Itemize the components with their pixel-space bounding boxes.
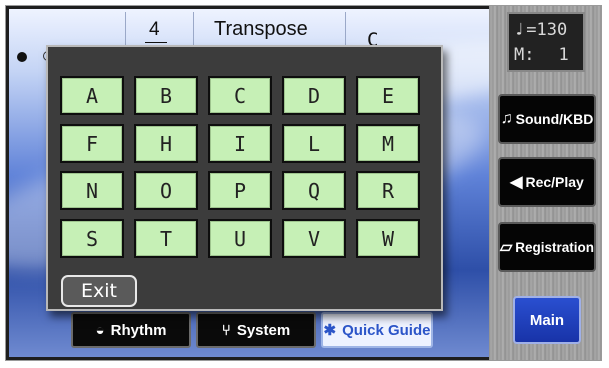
quarter-note-icon: ♩: [514, 20, 525, 40]
measure-value: 1: [558, 45, 569, 65]
music-note-icon: ♫: [500, 110, 513, 127]
drum-icon: ◒: [95, 321, 105, 339]
transpose-label: Transpose: [214, 18, 308, 40]
meter-numerator: 4: [149, 19, 160, 40]
letter-key-d[interactable]: D: [282, 76, 346, 115]
system-button[interactable]: ⑂ System: [196, 312, 316, 348]
sound-kbd-button[interactable]: ♫ Sound/KBD: [498, 94, 596, 144]
letter-key-a[interactable]: A: [60, 76, 124, 115]
letter-key-o[interactable]: O: [134, 171, 198, 210]
letter-key-n[interactable]: N: [60, 171, 124, 210]
letter-key-r[interactable]: R: [356, 171, 420, 210]
beat-indicator-active: [17, 52, 27, 62]
letter-key-q[interactable]: Q: [282, 171, 346, 210]
letter-key-i[interactable]: I: [208, 124, 272, 163]
letter-key-l[interactable]: L: [282, 124, 346, 163]
letter-key-f[interactable]: F: [60, 124, 124, 163]
letter-key-b[interactable]: B: [134, 76, 198, 115]
quick-guide-button[interactable]: ✱ Quick Guide: [321, 312, 433, 348]
letter-key-e[interactable]: E: [356, 76, 420, 115]
rhythm-button-label: Rhythm: [110, 321, 167, 339]
sound-kbd-label: Sound/KBD: [515, 111, 594, 127]
letter-key-s[interactable]: S: [60, 219, 124, 258]
letter-key-v[interactable]: V: [282, 219, 346, 258]
star-icon: ✱: [323, 322, 337, 339]
right-control-panel: ♩ =130 M: 1 ♫ Sound/KBD ◀ Rec/Play ▱ Reg…: [489, 6, 601, 360]
screen-frame: 4 4 Transpose C C ◒ Rhythm ⑂ System ✱ Qu…: [5, 5, 602, 361]
tempo-display: ♩ =130 M: 1: [507, 12, 585, 72]
quick-guide-button-label: Quick Guide: [342, 321, 431, 339]
registration-button[interactable]: ▱ Registration: [498, 222, 596, 272]
letter-key-w[interactable]: W: [356, 219, 420, 258]
registration-label: Registration: [515, 239, 595, 255]
main-screen-background: 4 4 Transpose C C ◒ Rhythm ⑂ System ✱ Qu…: [9, 9, 489, 357]
tempo-value: =130: [526, 20, 568, 40]
letter-key-h[interactable]: H: [134, 124, 198, 163]
letter-key-c[interactable]: C: [208, 76, 272, 115]
main-button[interactable]: Main: [513, 296, 581, 344]
tuning-fork-icon: ⑂: [221, 321, 231, 339]
letter-key-t[interactable]: T: [134, 219, 198, 258]
system-button-label: System: [236, 321, 291, 339]
exit-button[interactable]: Exit: [61, 275, 137, 307]
rhythm-button[interactable]: ◒ Rhythm: [71, 312, 191, 348]
letter-key-p[interactable]: P: [208, 171, 272, 210]
letter-key-u[interactable]: U: [208, 219, 272, 258]
speaker-icon: ◀: [510, 174, 523, 191]
letter-key-m[interactable]: M: [356, 124, 420, 163]
measure-label: M:: [514, 45, 535, 65]
book-icon: ▱: [499, 239, 513, 256]
rec-play-label: Rec/Play: [525, 174, 584, 190]
rec-play-button[interactable]: ◀ Rec/Play: [498, 157, 596, 207]
letter-select-dialog: ABCDE FHILM NOPQR STUVW Exit: [46, 45, 443, 311]
